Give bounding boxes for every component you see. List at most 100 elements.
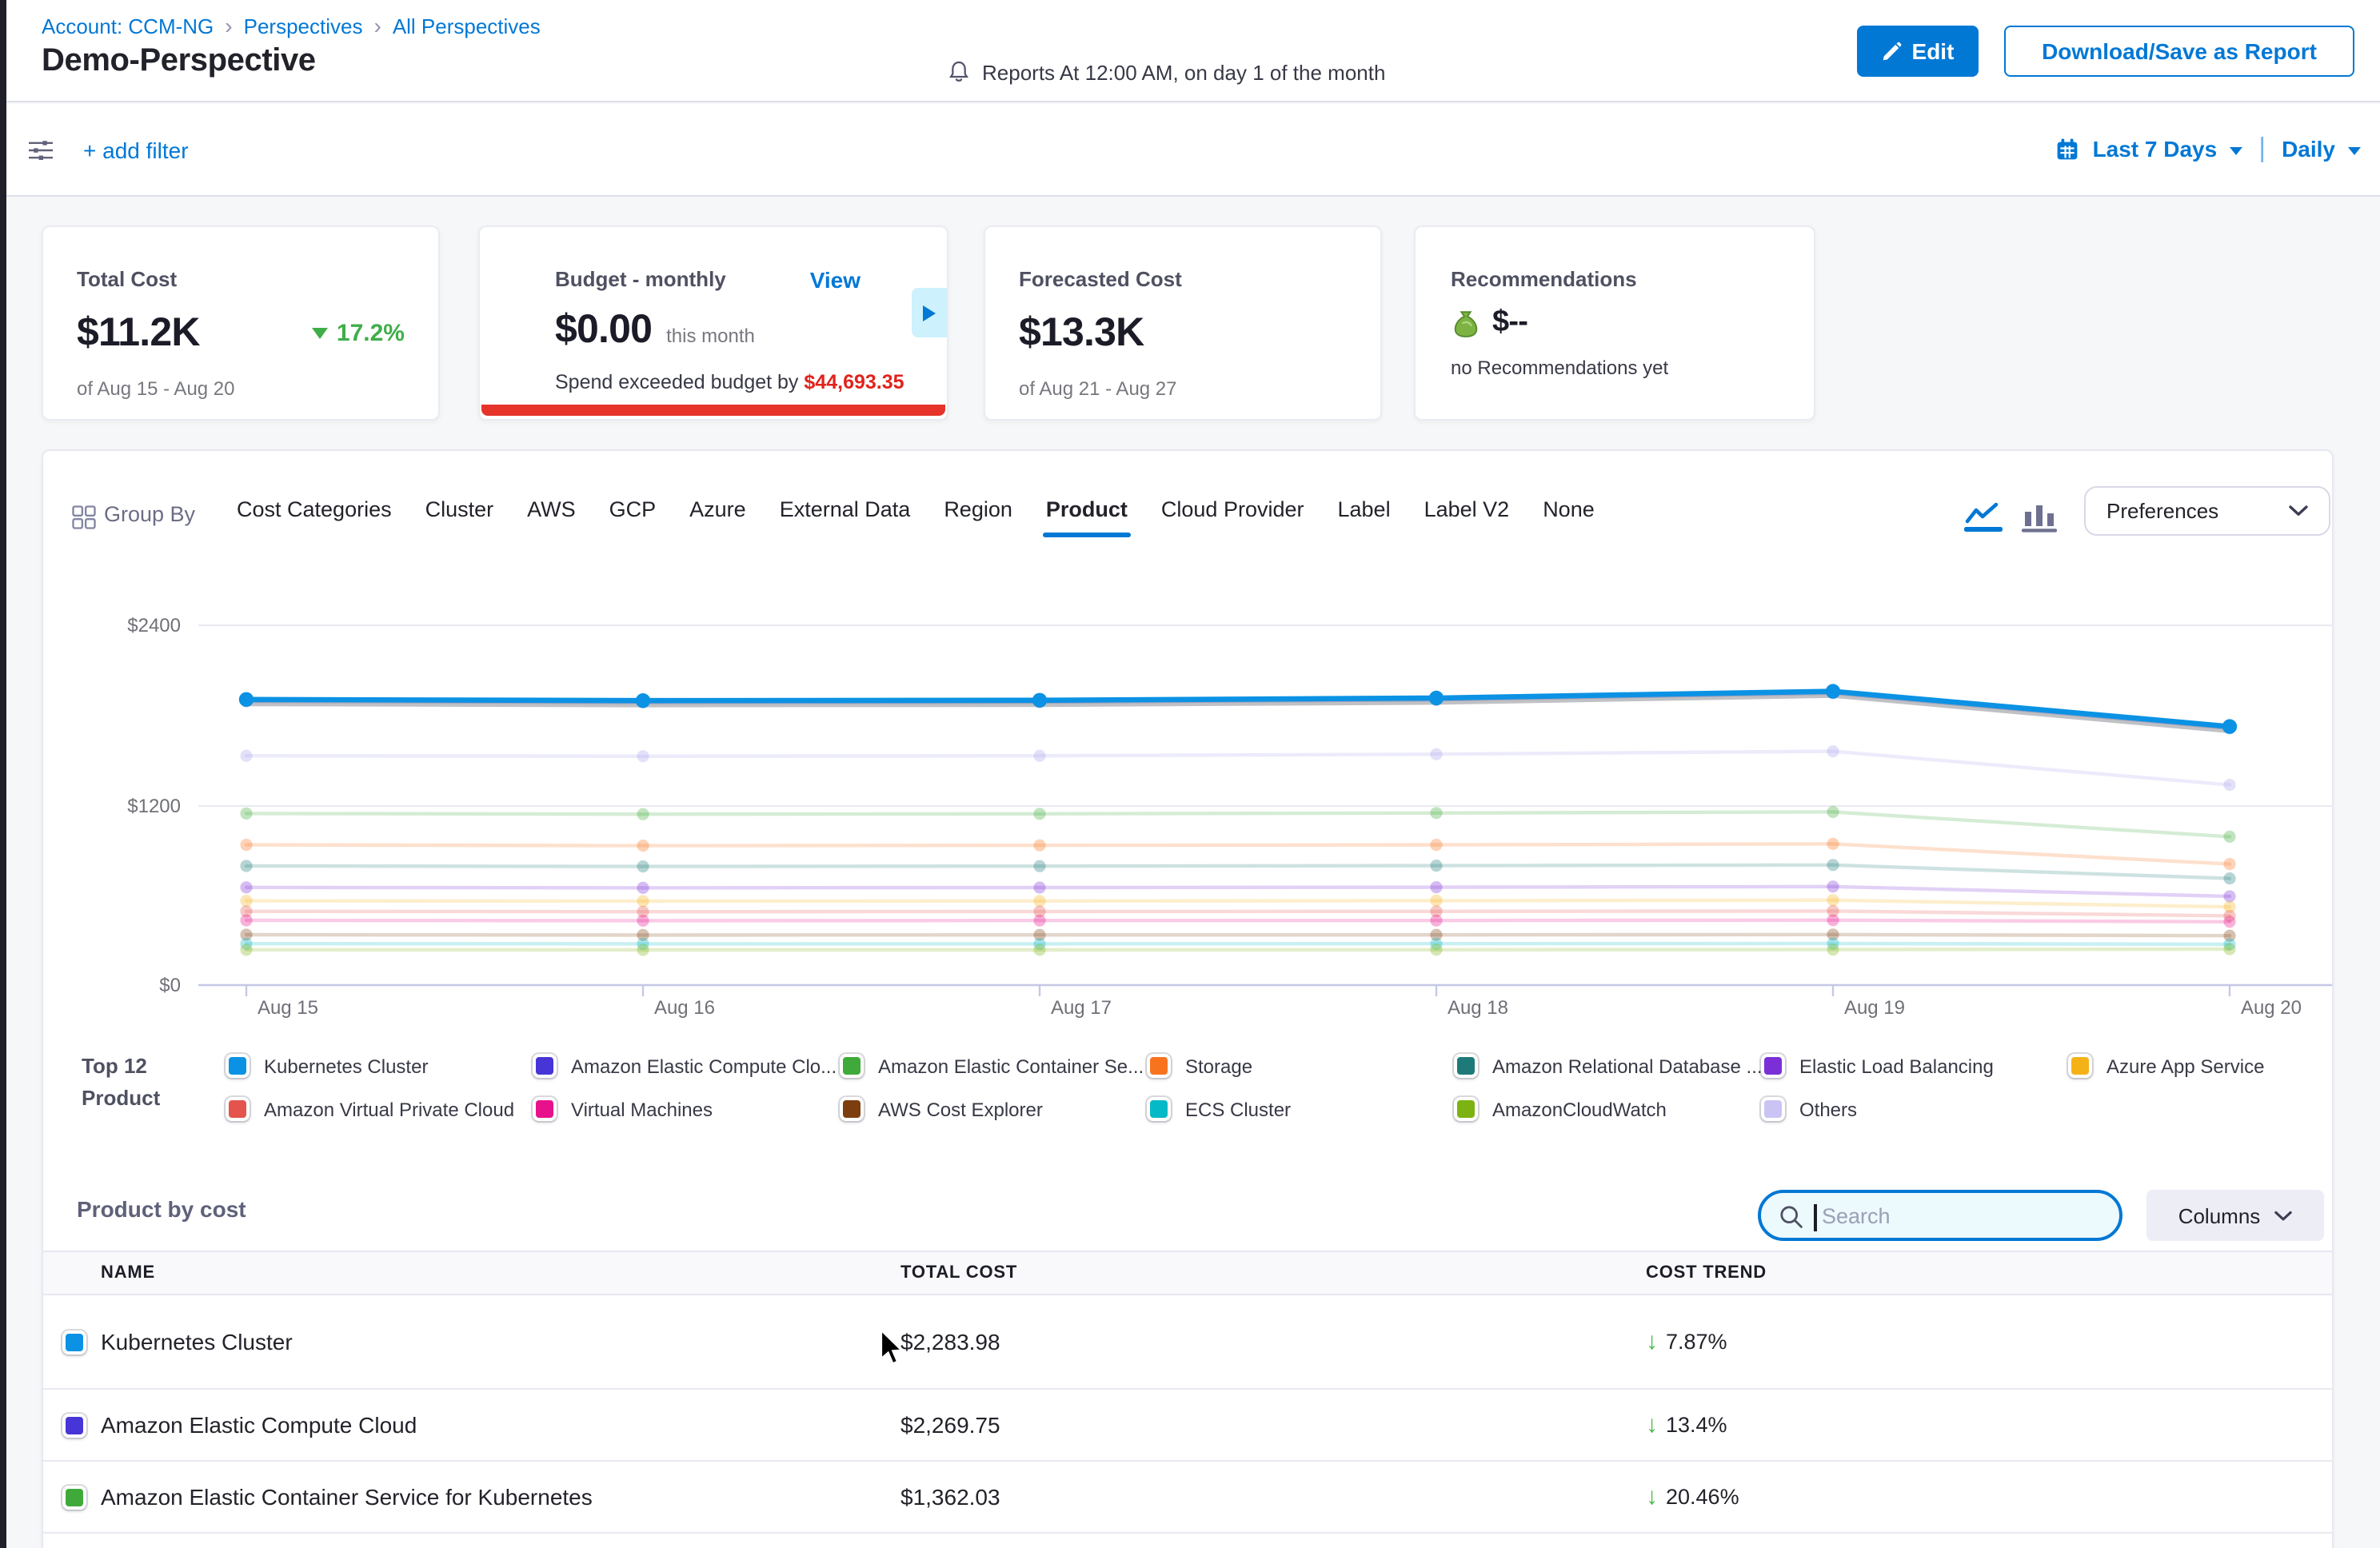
- table-row[interactable]: Amazon Elastic Container Service for Kub…: [43, 1462, 2334, 1534]
- search-input[interactable]: [1819, 1193, 2106, 1238]
- y-axis-tick: $1200: [53, 795, 181, 817]
- forecasted-cost-value: $13.3K: [1019, 310, 1347, 357]
- row-color-swatch: [62, 1330, 86, 1354]
- row-cost-trend: ↓ 20.46%: [1646, 1485, 1739, 1509]
- recommendations-empty-text: no Recommendations yet: [1451, 357, 1780, 379]
- download-save-report-button[interactable]: Download/Save as Report: [2004, 26, 2354, 77]
- legend-item-label: Others: [1799, 1098, 1857, 1120]
- row-total-cost: $2,269.75: [900, 1412, 1000, 1438]
- legend-swatch: [1761, 1054, 1785, 1078]
- legend-item[interactable]: Amazon Elastic Container Se...: [840, 1054, 1144, 1078]
- recommendations-card: Recommendations $-- no Recommendations y…: [1414, 225, 1815, 421]
- forecasted-cost-label: Forecasted Cost: [1019, 267, 1347, 291]
- column-header-cost-trend[interactable]: COST TREND: [1646, 1263, 1767, 1283]
- budget-exceeded-amount: $44,693.35: [804, 371, 904, 393]
- row-trend-value: 20.46%: [1666, 1485, 1739, 1509]
- reports-schedule: Reports At 12:00 AM, on day 1 of the mon…: [947, 59, 1385, 85]
- time-range-controls: Last 7 Days | Daily: [2056, 133, 2361, 165]
- row-name: Amazon Elastic Container Service for Kub…: [101, 1484, 593, 1510]
- column-header-total-cost[interactable]: TOTAL COST: [900, 1263, 1017, 1283]
- columns-dropdown[interactable]: Columns: [2146, 1190, 2324, 1241]
- legend-item-label: AWS Cost Explorer: [878, 1098, 1043, 1120]
- legend-swatch: [533, 1097, 557, 1121]
- arrow-down-icon: ↓: [1646, 1485, 1658, 1509]
- legend-item-label: Virtual Machines: [571, 1098, 713, 1120]
- forecasted-cost-period: of Aug 21 - Aug 27: [1019, 377, 1347, 400]
- total-cost-period: of Aug 15 - Aug 20: [77, 377, 405, 400]
- download-label: Download/Save as Report: [2042, 38, 2317, 64]
- legend-swatch: [226, 1097, 250, 1121]
- legend-item[interactable]: Amazon Elastic Compute Clo...: [533, 1054, 837, 1078]
- table-row[interactable]: Kubernetes Cluster$2,283.98↓7.87%: [43, 1295, 2334, 1390]
- search-box[interactable]: [1758, 1190, 2122, 1241]
- granularity-selector[interactable]: Daily: [2282, 136, 2335, 162]
- row-color-swatch: [62, 1485, 86, 1509]
- legend-item[interactable]: Storage: [1147, 1054, 1252, 1078]
- legend-swatch: [1147, 1097, 1171, 1121]
- legend-item[interactable]: Azure App Service: [2068, 1054, 2264, 1078]
- legend-item[interactable]: Amazon Virtual Private Cloud: [226, 1097, 514, 1121]
- collapsed-sidebar-edge[interactable]: [0, 0, 6, 1548]
- breadcrumb-link[interactable]: Account: CCM-NG: [42, 14, 214, 38]
- forecasted-cost-card: Forecasted Cost $13.3K of Aug 21 - Aug 2…: [984, 225, 1382, 421]
- date-range-selector[interactable]: Last 7 Days: [2093, 136, 2218, 162]
- bell-icon: [947, 59, 971, 85]
- legend-swatch: [226, 1054, 250, 1078]
- legend-swatch: [1454, 1097, 1478, 1121]
- budget-label: Budget - monthly: [555, 267, 726, 291]
- arrow-down-icon: ↓: [1646, 1330, 1658, 1354]
- perspective-panel: Group By Cost CategoriesClusterAWSGCPAzu…: [42, 449, 2334, 1548]
- legend-title: Top 12 Product: [82, 1051, 160, 1115]
- legend-item[interactable]: AmazonCloudWatch: [1454, 1097, 1667, 1121]
- legend-item-label: Kubernetes Cluster: [264, 1055, 428, 1077]
- page-header: Account: CCM-NG›Perspectives›All Perspec…: [6, 0, 2380, 102]
- legend-item[interactable]: Amazon Relational Database ...: [1454, 1054, 1763, 1078]
- breadcrumb-link[interactable]: All Perspectives: [393, 14, 541, 38]
- row-trend-value: 7.87%: [1666, 1330, 1727, 1354]
- legend-item[interactable]: Virtual Machines: [533, 1097, 713, 1121]
- breadcrumb-separator: ›: [373, 13, 381, 38]
- breadcrumb-link[interactable]: Perspectives: [244, 14, 363, 38]
- legend-swatch: [1761, 1097, 1785, 1121]
- budget-view-link[interactable]: View: [810, 267, 861, 293]
- legend-item[interactable]: Kubernetes Cluster: [226, 1054, 428, 1078]
- x-axis-tick: Aug 20: [2199, 996, 2334, 1019]
- chevron-down-icon: [2230, 146, 2242, 154]
- columns-label: Columns: [2178, 1203, 2261, 1227]
- legend-item[interactable]: AWS Cost Explorer: [840, 1097, 1043, 1121]
- total-cost-delta: 17.2%: [313, 320, 405, 347]
- row-cost-trend: ↓ 7.87%: [1646, 1330, 1727, 1354]
- pencil-icon: [1882, 41, 1903, 62]
- filter-sliders-icon[interactable]: [27, 138, 54, 163]
- legend-item[interactable]: Elastic Load Balancing: [1761, 1054, 1994, 1078]
- legend-item-label: Azure App Service: [2106, 1055, 2264, 1077]
- x-axis-tick: Aug 19: [1803, 996, 1947, 1019]
- legend-item[interactable]: ECS Cluster: [1147, 1097, 1291, 1121]
- divider: |: [2258, 133, 2266, 165]
- legend-item-label: Storage: [1185, 1055, 1252, 1077]
- legend-item-label: Amazon Elastic Compute Clo...: [571, 1055, 837, 1077]
- table-row[interactable]: Amazon Elastic Compute Cloud$2,269.75↓13…: [43, 1390, 2334, 1462]
- budget-overspend-bar: [481, 405, 945, 416]
- table-body: Kubernetes Cluster$2,283.98↓7.87%Amazon …: [43, 1295, 2334, 1534]
- budget-card: Budget - monthly View $0.00 this month S…: [478, 225, 948, 421]
- column-header-name[interactable]: NAME: [101, 1263, 155, 1283]
- legend-item[interactable]: Others: [1761, 1097, 1857, 1121]
- page-title: Demo-Perspective: [42, 43, 316, 80]
- recommendations-value: $--: [1492, 305, 1527, 341]
- filter-bar: + add filter Last 7 Days | Daily: [6, 104, 2380, 197]
- arrow-down-icon: ↓: [1646, 1413, 1658, 1437]
- budget-expand-button[interactable]: [912, 288, 947, 337]
- legend-item-label: Amazon Virtual Private Cloud: [264, 1098, 514, 1120]
- budget-value-caption: this month: [666, 325, 755, 347]
- chevron-down-icon: [2274, 1210, 2292, 1221]
- row-color-swatch: [62, 1413, 86, 1437]
- total-cost-card: Total Cost $11.2K 17.2% of Aug 15 - Aug …: [42, 225, 440, 421]
- edit-button[interactable]: Edit: [1857, 26, 1979, 77]
- x-axis-tick: Aug 18: [1406, 996, 1550, 1019]
- add-filter-button[interactable]: + add filter: [83, 138, 189, 163]
- money-bag-icon: [1451, 308, 1481, 338]
- breadcrumb: Account: CCM-NG›Perspectives›All Perspec…: [42, 13, 541, 38]
- row-trend-value: 13.4%: [1666, 1413, 1727, 1437]
- chevron-right-icon: [923, 305, 936, 321]
